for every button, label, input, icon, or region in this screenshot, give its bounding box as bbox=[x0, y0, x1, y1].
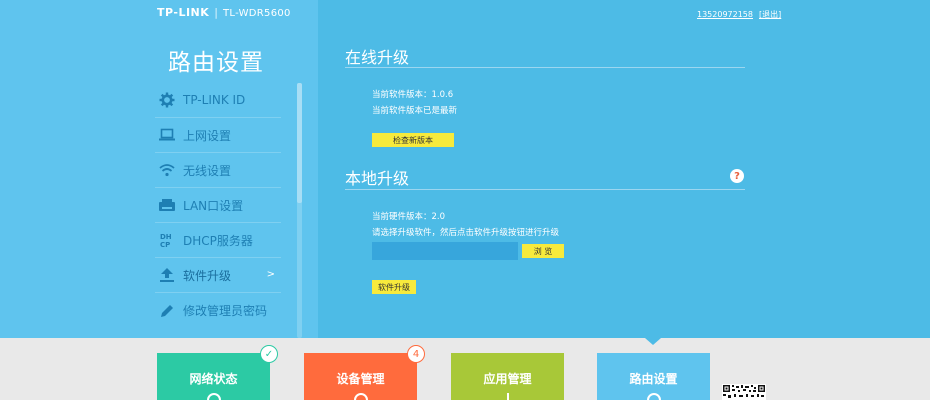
brand-header: TP-LINK | TL-WDR5600 bbox=[157, 6, 291, 19]
svg-text:CP: CP bbox=[160, 241, 170, 248]
sidebar-title: 路由设置 bbox=[168, 50, 264, 76]
current-hardware-version: 当前硬件版本：2.0 bbox=[372, 212, 446, 222]
sidebar-item-label: LAN口设置 bbox=[183, 198, 244, 213]
gear-icon bbox=[157, 90, 177, 110]
sidebar-scroll-thumb[interactable] bbox=[297, 83, 302, 203]
chevron-right-icon: > bbox=[266, 269, 275, 280]
router-icon bbox=[157, 195, 177, 215]
sidebar-item-password[interactable]: 修改管理员密码 bbox=[155, 293, 281, 328]
upgrade-button[interactable]: 软件升级 bbox=[372, 280, 416, 294]
dhcp-icon: DH CP bbox=[157, 230, 177, 250]
online-upgrade-title: 在线升级 bbox=[345, 48, 410, 67]
active-tab-pointer bbox=[645, 338, 661, 345]
sidebar-item-tplink-id[interactable]: TP-LINK ID bbox=[155, 83, 281, 118]
sidebar-item-label: 修改管理员密码 bbox=[183, 304, 268, 318]
device-count-badge: 4 bbox=[407, 345, 425, 363]
tile-label: 应用管理 bbox=[483, 372, 532, 386]
upload-icon bbox=[157, 265, 177, 285]
app-icon bbox=[506, 393, 509, 400]
sidebar-item-dhcp[interactable]: DH CP DHCP服务器 bbox=[155, 223, 281, 258]
brand-logo: TP-LINK bbox=[157, 6, 210, 19]
tile-label: 设备管理 bbox=[336, 372, 385, 386]
tile-label: 网络状态 bbox=[189, 372, 238, 386]
svg-text:DH: DH bbox=[160, 233, 172, 241]
qr-code-icon bbox=[722, 384, 766, 400]
check-update-button[interactable]: 检查新版本 bbox=[372, 133, 454, 147]
divider bbox=[345, 189, 745, 190]
sidebar-item-label: 上网设置 bbox=[183, 128, 232, 143]
browse-button[interactable]: 浏 览 bbox=[522, 244, 564, 258]
account-area: 13520972158 [退出] bbox=[697, 9, 781, 20]
model-name: TL-WDR5600 bbox=[223, 8, 291, 19]
sidebar-item-wireless[interactable]: 无线设置 bbox=[155, 153, 281, 188]
account-link[interactable]: 13520972158 bbox=[697, 10, 753, 19]
tile-router-settings[interactable]: 路由设置 bbox=[597, 353, 710, 400]
sidebar-item-lan[interactable]: LAN口设置 bbox=[155, 188, 281, 223]
brand-separator: | bbox=[214, 6, 218, 19]
tile-app-management[interactable]: 应用管理 bbox=[451, 353, 564, 400]
logout-link[interactable]: [退出] bbox=[759, 10, 781, 19]
help-icon[interactable]: ? bbox=[730, 169, 744, 183]
sidebar-item-label: DHCP服务器 bbox=[183, 233, 253, 248]
wifi-icon bbox=[157, 160, 177, 180]
sidebar-item-label: 软件升级 bbox=[183, 268, 232, 283]
file-path-field[interactable] bbox=[372, 242, 518, 260]
chat-icon bbox=[206, 393, 221, 400]
tile-device-management[interactable]: 设备管理 4 bbox=[304, 345, 425, 400]
divider bbox=[345, 67, 745, 68]
current-software-version: 当前软件版本：1.0.6 bbox=[372, 90, 454, 100]
tile-label: 路由设置 bbox=[629, 372, 678, 386]
upgrade-instruction: 请选择升级软件，然后点击软件升级按钮进行升级 bbox=[372, 228, 560, 238]
pencil-icon bbox=[157, 301, 177, 321]
device-icon bbox=[353, 393, 368, 400]
laptop-icon bbox=[157, 125, 177, 145]
tile-network-status[interactable]: 网络状态 ✓ bbox=[157, 345, 278, 400]
sidebar-item-label: 无线设置 bbox=[183, 163, 232, 178]
settings-icon bbox=[646, 393, 661, 400]
sidebar-menu: TP-LINK ID 上网设置 无线设置 LAN口设置 DH CP DHCP服务器… bbox=[155, 83, 281, 328]
sidebar-item-internet[interactable]: 上网设置 bbox=[155, 118, 281, 153]
local-upgrade-title: 本地升级 bbox=[345, 169, 410, 188]
version-status: 当前软件版本已是最新 bbox=[372, 106, 458, 116]
sidebar-item-upgrade[interactable]: 软件升级 > bbox=[155, 258, 281, 293]
check-icon: ✓ bbox=[260, 345, 278, 363]
sidebar-item-label: TP-LINK ID bbox=[183, 93, 246, 107]
